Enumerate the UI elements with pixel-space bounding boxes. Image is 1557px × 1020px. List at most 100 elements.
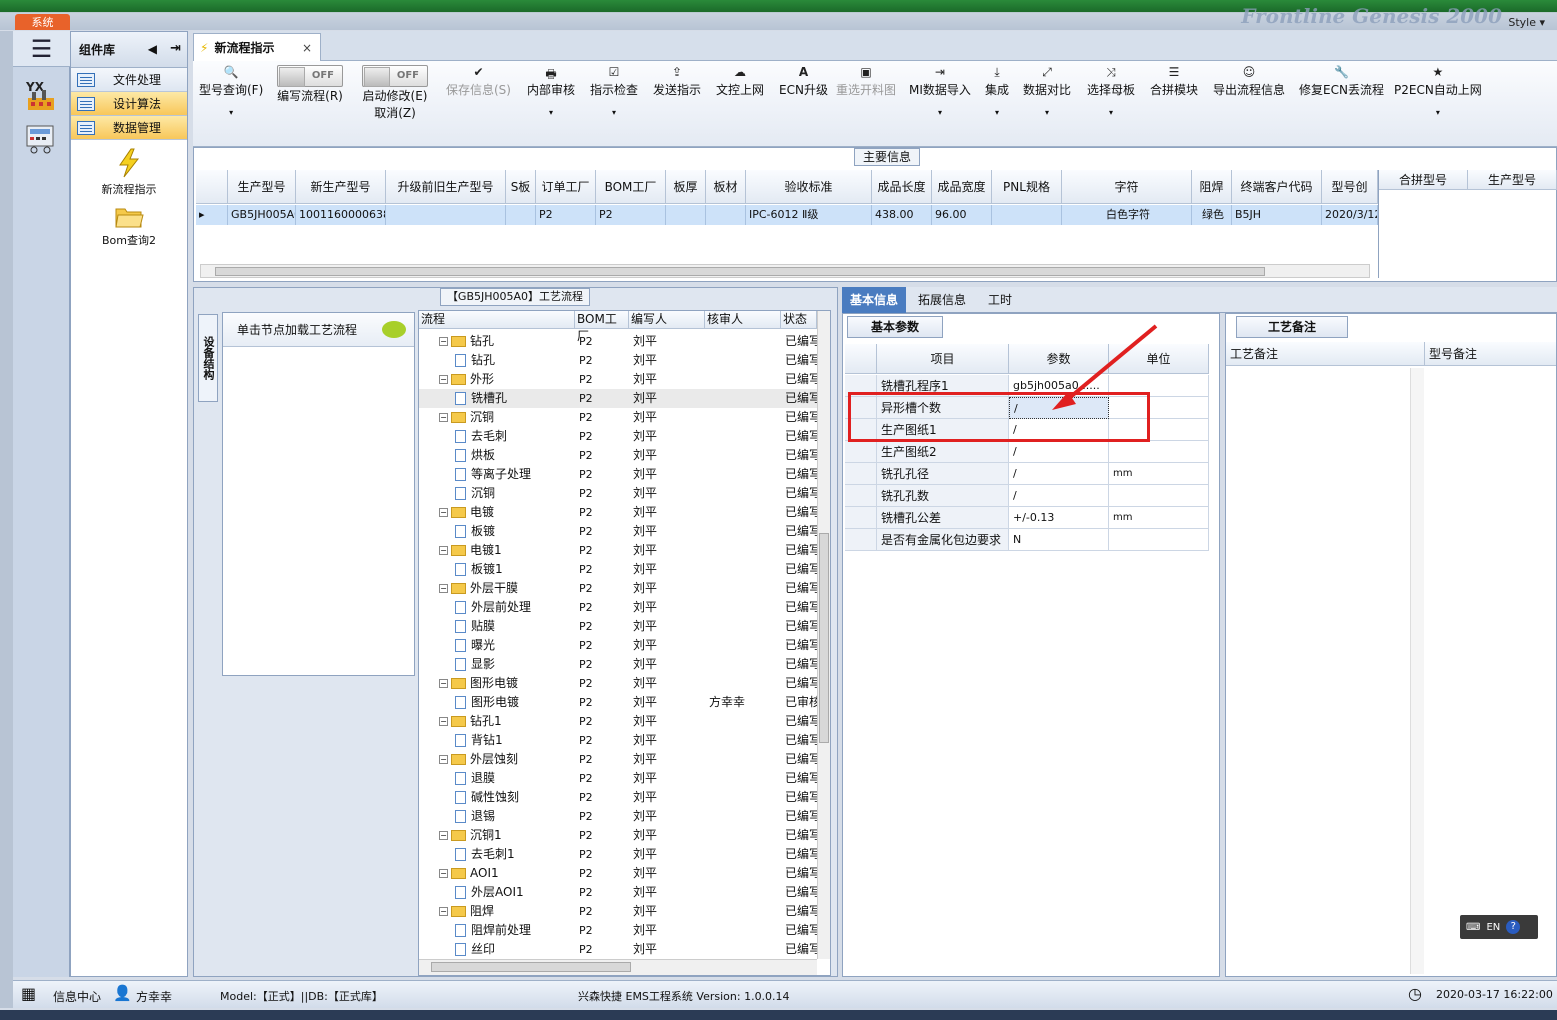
tree-row[interactable]: − 电镀 P2 刘平 已编写 (419, 503, 817, 522)
param-value-field[interactable]: / (1009, 463, 1109, 485)
scroll-thumb[interactable] (819, 533, 829, 743)
close-tab-icon[interactable]: × (302, 41, 312, 55)
grid-cell[interactable] (506, 205, 536, 225)
vertical-scrollbar[interactable] (1410, 368, 1424, 974)
collapse-icon[interactable]: − (439, 337, 448, 346)
column-header[interactable]: 新生产型号 (296, 170, 386, 204)
tree-row[interactable]: − 图形电镀 P2 刘平 已编写 (419, 674, 817, 693)
grid-cell[interactable]: 白色字符 (1062, 205, 1192, 225)
tree-row[interactable]: 外层AOI1 P2 刘平 已编写 (419, 883, 817, 902)
dropdown-icon[interactable]: ▾ (1023, 108, 1071, 117)
scroll-thumb[interactable] (431, 962, 631, 972)
instruction-check-button[interactable]: ☑ 指示检查 ▾ (590, 65, 638, 117)
integrate-button[interactable]: ⤓ 集成 ▾ (985, 65, 1009, 117)
tree-row[interactable]: 烘板 P2 刘平 已编写 (419, 446, 817, 465)
save-info-button[interactable]: ✔ 保存信息(S) (446, 65, 511, 98)
dropdown-icon[interactable]: ▾ (1394, 108, 1482, 117)
column-header[interactable]: 生产型号 (228, 170, 296, 204)
tree-row[interactable]: − 外层干膜 P2 刘平 已编写 (419, 579, 817, 598)
collapse-icon[interactable]: − (439, 717, 448, 726)
language-bar[interactable]: ⌨ EN ? (1460, 915, 1538, 939)
fix-ecn-button[interactable]: 🔧 修复ECN丢流程 (1299, 65, 1384, 98)
row-indicator[interactable]: ▸ (196, 205, 228, 225)
write-flow-toggle[interactable]: OFF 编写流程(R) (277, 65, 343, 104)
vertical-tab-equipment[interactable]: 设备结构 (198, 314, 218, 402)
dropdown-icon[interactable]: ▾ (590, 108, 638, 117)
dropdown-icon[interactable]: ▾ (527, 108, 575, 117)
grid-cell[interactable]: P2 (596, 205, 666, 225)
collapse-icon[interactable]: − (439, 375, 448, 384)
tree-row[interactable]: 阻焊前处理 P2 刘平 已编写 (419, 921, 817, 940)
tool-new-flow[interactable]: 新流程指示 (71, 148, 187, 197)
tree-column-header[interactable]: 核审人 (705, 311, 781, 329)
param-row[interactable]: 铣孔孔径 / mm (845, 463, 1217, 485)
tree-row[interactable]: − 钻孔 P2 刘平 已编写 (419, 332, 817, 351)
tree-row[interactable]: 显影 P2 刘平 已编写 (419, 655, 817, 674)
tree-row[interactable]: − 钻孔1 P2 刘平 已编写 (419, 712, 817, 731)
grid-cell[interactable]: IPC-6012 Ⅱ级 (746, 205, 872, 225)
grid-cell[interactable]: 96.00 (932, 205, 992, 225)
collapse-icon[interactable]: − (439, 584, 448, 593)
grid-cell[interactable]: 2020/3/12 (1322, 205, 1378, 225)
collapse-left-icon[interactable]: ◀ (148, 42, 157, 56)
param-value-field[interactable]: / (1009, 485, 1109, 507)
column-header-item[interactable]: 项目 (877, 344, 1009, 374)
column-header[interactable]: 板材 (706, 170, 746, 204)
grid-cell[interactable]: 10011600006384 (296, 205, 386, 225)
tree-row[interactable]: − 电镀1 P2 刘平 已编写 (419, 541, 817, 560)
tree-row[interactable]: 碱性蚀刻 P2 刘平 已编写 (419, 788, 817, 807)
grid-cell[interactable]: 绿色 (1192, 205, 1232, 225)
column-header[interactable]: S板 (506, 170, 536, 204)
category-data-management[interactable]: 数据管理 (71, 116, 187, 140)
grid-cell[interactable] (666, 205, 706, 225)
mi-import-button[interactable]: ⇥ MI数据导入 ▾ (909, 65, 971, 117)
column-header[interactable]: 验收标准 (746, 170, 872, 204)
tab-extended-info[interactable]: 拓展信息 (910, 287, 974, 313)
collapse-icon[interactable]: − (439, 546, 448, 555)
horizontal-scrollbar[interactable] (419, 959, 817, 975)
tree-row[interactable]: 等离子处理 P2 刘平 已编写 (419, 465, 817, 484)
grid-cell[interactable] (992, 205, 1062, 225)
column-header[interactable]: 订单工厂 (536, 170, 596, 204)
tab-basic-info[interactable]: 基本信息 (842, 287, 907, 313)
column-header[interactable]: PNL规格 (992, 170, 1062, 204)
grid-cell[interactable]: B5JH (1232, 205, 1322, 225)
doc-online-button[interactable]: ☁ 文控上网 (716, 65, 764, 98)
tree-column-header[interactable]: 编写人 (629, 311, 705, 329)
collapse-icon[interactable]: − (439, 755, 448, 764)
tree-row[interactable]: 板镀1 P2 刘平 已编写 (419, 560, 817, 579)
column-header[interactable]: 终端客户代码 (1232, 170, 1322, 204)
tree-row[interactable]: 铣槽孔 P2 刘平 已编写 (419, 389, 817, 408)
grid-cell[interactable]: P2 (536, 205, 596, 225)
grid-icon[interactable]: ▦ (21, 984, 36, 1003)
start-modify-toggle[interactable]: OFF 启动修改(E) 取消(Z) (362, 65, 428, 121)
tree-row[interactable]: 图形电镀 P2 刘平 方幸幸 已审核 (419, 693, 817, 712)
dropdown-icon[interactable]: ▾ (909, 108, 971, 117)
info-center-link[interactable]: 信息中心 (53, 988, 101, 1005)
collapse-icon[interactable]: − (439, 508, 448, 517)
collapse-icon[interactable]: − (439, 831, 448, 840)
model-query-button[interactable]: 🔍 型号查询(F) ▾ (199, 65, 263, 117)
system-menu-button[interactable]: 系统 (15, 14, 70, 30)
param-row[interactable]: 铣孔孔数 / (845, 485, 1217, 507)
calculator-icon[interactable] (21, 119, 61, 159)
tab-work-hours[interactable]: 工时 (980, 287, 1020, 313)
column-header[interactable]: 字符 (1062, 170, 1192, 204)
factory-icon[interactable]: YX (21, 75, 61, 115)
merge-column-header[interactable]: 合拼型号 (1379, 170, 1468, 190)
collapse-icon[interactable]: − (439, 869, 448, 878)
param-row[interactable]: 是否有金属化包边要求 N (845, 529, 1217, 551)
tree-row[interactable]: 外层前处理 P2 刘平 已编写 (419, 598, 817, 617)
column-header[interactable]: 升级前旧生产型号 (386, 170, 506, 204)
vertical-scrollbar[interactable] (817, 311, 830, 959)
dropdown-icon[interactable]: ▾ (985, 108, 1009, 117)
tree-row[interactable]: 丝印 P2 刘平 已编写 (419, 940, 817, 959)
collapse-icon[interactable]: − (439, 679, 448, 688)
toggle-switch[interactable]: OFF (362, 65, 428, 87)
tree-row[interactable]: 去毛刺 P2 刘平 已编写 (419, 427, 817, 446)
collapse-icon[interactable]: − (439, 907, 448, 916)
style-menu[interactable]: Style ▾ (1508, 16, 1545, 29)
param-value-field[interactable]: N (1009, 529, 1109, 551)
column-header[interactable]: 成品长度 (872, 170, 932, 204)
tree-row[interactable]: 退膜 P2 刘平 已编写 (419, 769, 817, 788)
